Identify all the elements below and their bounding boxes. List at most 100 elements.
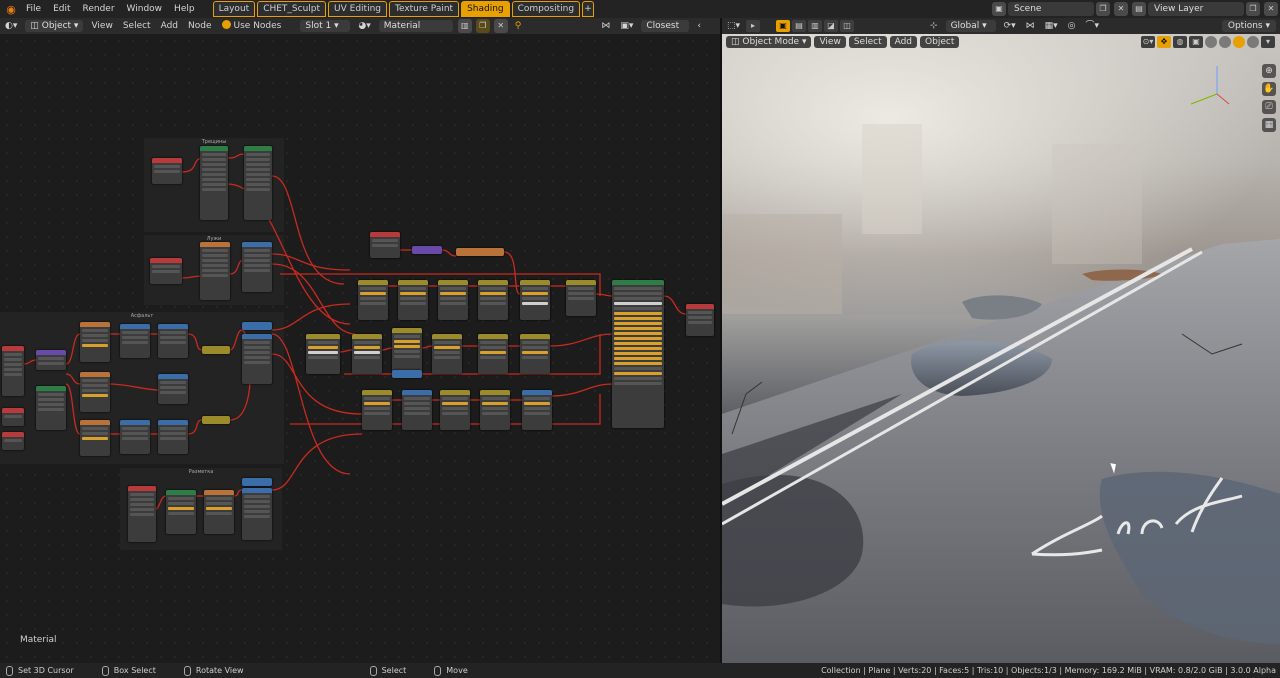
viewport-menu-add[interactable]: Add [889, 36, 918, 48]
visibility-icon[interactable]: ⊙▾ [1141, 36, 1155, 48]
node-math-1[interactable] [120, 324, 150, 358]
node-reroute-mix-1[interactable] [202, 346, 230, 354]
menu-edit[interactable]: Edit [47, 0, 76, 18]
delete-scene-icon[interactable]: ✕ [1114, 2, 1128, 16]
node-voronoi-3[interactable] [80, 420, 110, 456]
node-mix-r1-4[interactable] [478, 280, 508, 320]
viewport-editor-type-icon[interactable]: ⬚▾ [722, 18, 745, 34]
shading-wireframe-icon[interactable] [1205, 36, 1217, 48]
options-dropdown[interactable]: Options ▾ [1221, 20, 1276, 32]
overlay-toggle-icon[interactable]: ◍ [1173, 36, 1187, 48]
menu-render[interactable]: Render [77, 0, 121, 18]
node-color-ramp-1[interactable] [242, 242, 272, 292]
add-workspace-button[interactable]: + [582, 1, 595, 17]
pan-icon[interactable]: ✋ [1262, 82, 1276, 96]
snap-toggle-icon[interactable]: ⋈ [1021, 18, 1040, 34]
view-layer-field[interactable]: View Layer [1148, 2, 1244, 16]
node-texture-coordinate-3[interactable] [2, 346, 24, 396]
node-noise-texture-2[interactable] [244, 146, 272, 220]
new-scene-icon[interactable]: ❐ [1096, 2, 1110, 16]
node-mix-r2-4[interactable] [432, 334, 462, 374]
viewport-menu-view[interactable]: View [814, 36, 846, 48]
shading-options-icon[interactable]: ▾ [1261, 36, 1275, 48]
unlink-material-icon[interactable]: ✕ [493, 19, 508, 33]
snap-mode-dropdown[interactable]: Closest ▾ [641, 20, 690, 43]
node-wave-texture[interactable] [166, 490, 196, 534]
node-texture-coordinate-4[interactable] [128, 486, 156, 542]
menu-help[interactable]: Help [168, 0, 201, 18]
node-mix-r1-3[interactable] [438, 280, 468, 320]
node-mapping-3[interactable] [412, 246, 442, 254]
node-mix-r3-2[interactable] [440, 390, 470, 430]
use-nodes-checkbox[interactable]: Use Nodes [217, 18, 287, 34]
menu-file[interactable]: File [20, 0, 47, 18]
shader-type-dropdown[interactable]: ◫ Object ▾ [25, 20, 84, 32]
3d-viewport[interactable]: ◫ Object Mode ▾ View Select Add Object ⊙… [722, 34, 1280, 663]
orientation-dropdown[interactable]: Global ▾ [945, 20, 996, 32]
node-mix-r1-5[interactable] [520, 280, 550, 320]
select-intersect-icon[interactable]: ◫ [840, 20, 855, 32]
node-reroute-3[interactable] [392, 370, 422, 378]
node-reroute-1[interactable] [242, 322, 272, 330]
shading-rendered-icon[interactable] [1247, 36, 1259, 48]
tab-uv-editing[interactable]: UV Editing [328, 1, 387, 17]
node-math-3[interactable] [158, 374, 188, 404]
node-mix-r2-3[interactable] [392, 328, 422, 372]
node-texture-coordinate-2[interactable] [150, 258, 182, 284]
editor-type-icon[interactable]: ◐▾ [0, 18, 22, 34]
pin-icon[interactable]: ⚲ [510, 18, 527, 34]
proportional-falloff-icon[interactable]: ⌒▾ [1081, 18, 1105, 34]
menu-window[interactable]: Window [121, 0, 169, 18]
node-math-4[interactable] [120, 420, 150, 454]
node-menu-add[interactable]: Add [156, 18, 183, 34]
node-noise-texture-4[interactable] [456, 248, 504, 256]
select-new-icon[interactable]: ▣ [776, 20, 791, 32]
select-invert-icon[interactable]: ◪ [824, 20, 839, 32]
node-bump-1[interactable] [402, 390, 432, 430]
node-texture-coordinate-5[interactable] [370, 232, 400, 258]
material-name-field[interactable]: Material [378, 20, 453, 32]
select-tool-icon[interactable]: ▸ [746, 20, 761, 32]
pivot-icon[interactable]: ⟳▾ [999, 18, 1021, 34]
scene-field[interactable]: Scene [1008, 2, 1094, 16]
viewport-menu-object[interactable]: Object [920, 36, 960, 48]
tab-texture-paint[interactable]: Texture Paint [388, 1, 460, 17]
node-math-2[interactable] [158, 324, 188, 358]
tab-shading[interactable]: Shading [461, 1, 510, 17]
node-menu-select[interactable]: Select [118, 18, 156, 34]
node-menu-node[interactable]: Node [183, 18, 217, 34]
node-mix-r2-2[interactable] [352, 334, 382, 374]
node-principled-bsdf[interactable] [612, 280, 664, 428]
node-mix-r1-1[interactable] [358, 280, 388, 320]
gizmo-toggle-icon[interactable]: ✥ [1157, 36, 1171, 48]
node-mix-r3-3[interactable] [480, 390, 510, 430]
node-mix-r2-5[interactable] [478, 334, 508, 374]
proportional-icon[interactable]: ◎ [1063, 18, 1081, 34]
view-layer-icon[interactable]: ▤ [1132, 2, 1146, 16]
node-mix-r1-2[interactable] [398, 280, 428, 320]
transform-orientation-icon[interactable]: ⊹ [925, 18, 943, 34]
node-texture-coordinate[interactable] [152, 158, 182, 184]
node-bump-2[interactable] [522, 390, 552, 430]
node-editor-canvas[interactable]: Трещины Лужи Асфальт Разметка Material [0, 34, 720, 663]
slot-dropdown[interactable]: Slot 1 ▾ [300, 20, 351, 32]
node-menu-view[interactable]: View [86, 18, 117, 34]
node-mix-markings[interactable] [204, 490, 234, 534]
fake-user-icon[interactable]: ▥ [457, 19, 472, 33]
node-mix-r1-6[interactable] [566, 280, 596, 316]
object-mode-dropdown[interactable]: ◫ Object Mode ▾ [726, 36, 812, 48]
scene-icon[interactable]: ▣ [992, 2, 1006, 16]
node-color-ramp-3[interactable] [242, 488, 272, 540]
shading-material-icon[interactable] [1233, 36, 1245, 48]
blender-logo-icon[interactable]: ◉ [2, 0, 20, 18]
new-material-icon[interactable]: ❐ [475, 19, 490, 33]
node-mix-r3-1[interactable] [362, 390, 392, 430]
delete-view-layer-icon[interactable]: ✕ [1264, 2, 1278, 16]
tab-chet-sculpt[interactable]: CHET_Sculpt [257, 1, 327, 17]
camera-view-icon[interactable]: ⎚ [1262, 100, 1276, 114]
select-extend-icon[interactable]: ▤ [792, 20, 807, 32]
snap-element-icon[interactable]: ▦▾ [1040, 18, 1063, 34]
select-subtract-icon[interactable]: ▥ [808, 20, 823, 32]
node-color-ramp-2[interactable] [242, 334, 272, 384]
viewport-menu-select[interactable]: Select [848, 36, 887, 48]
